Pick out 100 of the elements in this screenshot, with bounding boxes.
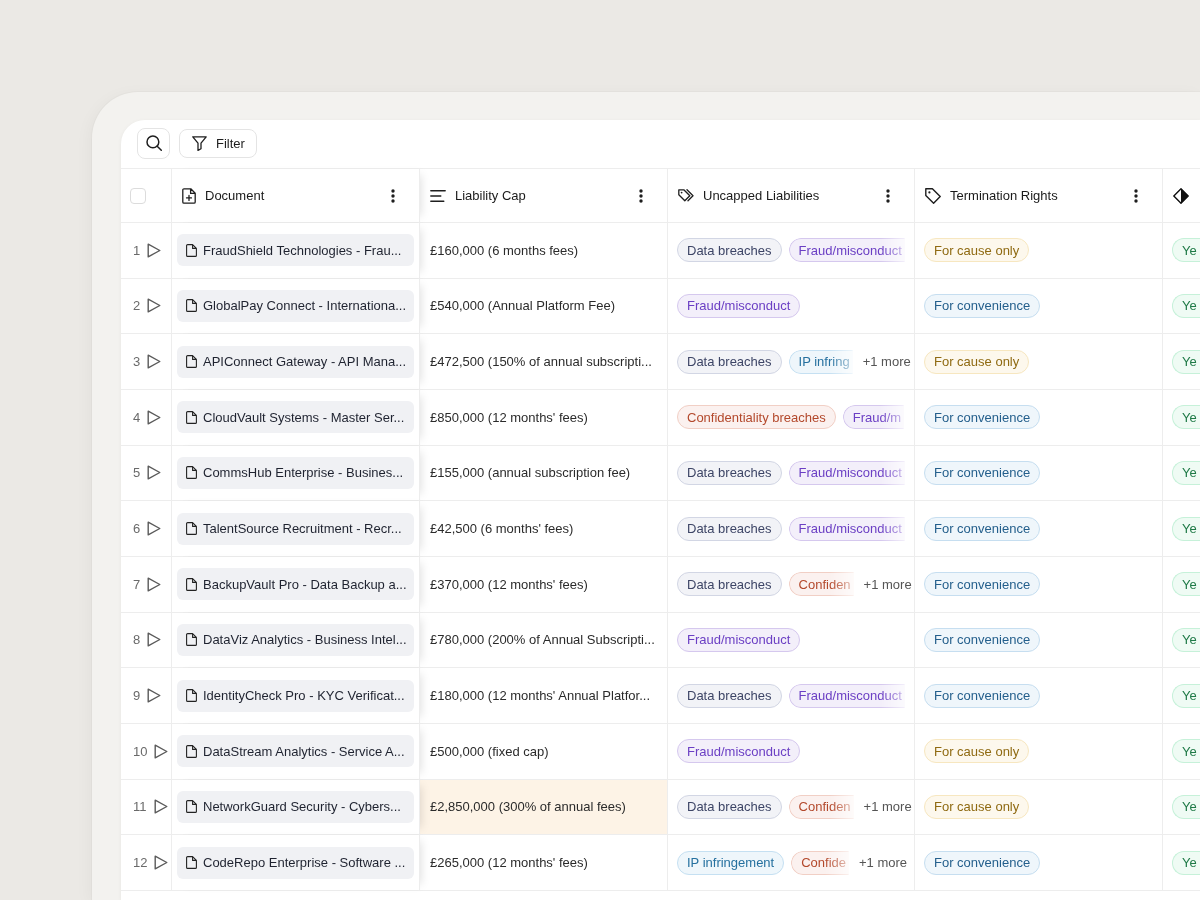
search-icon <box>145 135 162 151</box>
play-icon[interactable] <box>147 576 162 592</box>
play-icon[interactable] <box>154 743 169 759</box>
lines-icon <box>430 189 446 202</box>
more-count[interactable]: +1 more <box>862 354 911 370</box>
document-chip[interactable]: APIConnect Gateway - API Mana... <box>177 345 414 378</box>
value-tag: Ye <box>1172 349 1200 374</box>
document-chip[interactable]: BackupVault Pro - Data Backup a... <box>177 568 414 601</box>
play-icon[interactable] <box>147 465 162 481</box>
filter-icon <box>192 135 207 151</box>
half-diamond-icon <box>1173 187 1189 204</box>
value-tag: Ye <box>1172 294 1200 318</box>
play-icon[interactable] <box>147 242 162 258</box>
row-number: 9 <box>133 688 141 704</box>
liability-tag: Fraud/m <box>842 405 905 430</box>
tags-icon <box>678 188 694 203</box>
document-chip[interactable]: CommsHub Enterprise - Busines... <box>177 456 414 489</box>
row-number: 8 <box>133 632 141 648</box>
row-number: 3 <box>133 354 141 370</box>
filter-button[interactable]: Filter <box>179 128 257 158</box>
liability-tag: Confiden <box>788 794 854 819</box>
more-icon[interactable] <box>639 188 643 203</box>
liability-cap-cell: £2,850,000 (300% of annual fees) <box>420 779 668 835</box>
document-chip[interactable]: DataStream Analytics - Service A... <box>177 735 414 768</box>
file-icon <box>186 800 197 814</box>
liability-tag: IP infring <box>788 349 853 374</box>
row-number: 4 <box>133 409 141 425</box>
termination-tag: For cause only <box>924 349 1030 374</box>
liability-tag: Data breaches <box>677 238 782 263</box>
play-icon[interactable] <box>147 521 162 537</box>
liability-tag: Data breaches <box>677 460 782 485</box>
column-title: Uncapped Liabilities <box>703 188 821 203</box>
row-number: 2 <box>133 298 141 314</box>
more-count[interactable]: +1 more <box>863 576 912 592</box>
file-icon <box>186 633 197 647</box>
liability-tag: Fraud/misconduct <box>788 683 905 708</box>
more-icon[interactable] <box>886 188 890 203</box>
more-count[interactable]: +1 more <box>859 855 908 871</box>
value-tag: Ye <box>1172 850 1200 875</box>
play-icon[interactable] <box>153 799 168 815</box>
search-button[interactable] <box>137 127 170 159</box>
termination-tag: For convenience <box>924 850 1041 875</box>
row-number: 6 <box>133 521 141 537</box>
play-icon[interactable] <box>147 298 162 314</box>
liability-tag: Confide <box>791 850 849 875</box>
termination-tag: For cause only <box>924 794 1030 819</box>
termination-tag: For convenience <box>924 460 1041 485</box>
liability-tag: Fraud/misconduct <box>677 627 801 652</box>
document-chip[interactable]: NetworkGuard Security - Cybers... <box>177 790 414 823</box>
file-icon <box>186 355 197 369</box>
termination-tag: For cause only <box>924 739 1030 764</box>
value-tag: Ye <box>1172 516 1200 541</box>
file-icon <box>186 410 197 424</box>
row-number: 11 <box>133 799 147 815</box>
termination-tag: For convenience <box>924 405 1041 430</box>
select-all-checkbox[interactable] <box>130 187 146 204</box>
document-chip[interactable]: CloudVault Systems - Master Ser... <box>177 401 414 434</box>
play-icon[interactable] <box>147 632 162 648</box>
column-title: Document <box>205 188 266 203</box>
termination-tag: For convenience <box>924 627 1041 652</box>
document-chip[interactable]: TalentSource Recruitment - Recr... <box>177 512 414 545</box>
value-tag: Ye <box>1172 627 1200 652</box>
play-icon[interactable] <box>147 409 162 425</box>
document-chip[interactable]: FraudShield Technologies - Frau... <box>177 234 414 267</box>
value-tag: Ye <box>1172 460 1200 485</box>
tag-icon <box>925 187 941 204</box>
value-tag: Ye <box>1172 683 1200 708</box>
file-icon <box>186 299 197 313</box>
value-tag: Ye <box>1172 739 1200 764</box>
file-icon <box>186 466 197 480</box>
termination-tag: For convenience <box>924 516 1041 541</box>
row-number: 12 <box>133 855 148 871</box>
row-number: 7 <box>133 576 141 592</box>
more-count[interactable]: +1 more <box>863 799 912 815</box>
document-chip[interactable]: CodeRepo Enterprise - Software ... <box>177 846 414 879</box>
file-icon <box>186 689 197 703</box>
file-plus-icon <box>182 187 196 204</box>
value-tag: Ye <box>1172 572 1200 597</box>
document-chip[interactable]: GlobalPay Connect - Internationa... <box>177 290 414 322</box>
more-icon[interactable] <box>391 188 395 203</box>
play-icon[interactable] <box>147 354 162 370</box>
liability-tag: Data breaches <box>677 349 782 374</box>
document-chip[interactable]: DataViz Analytics - Business Intel... <box>177 623 414 656</box>
column-title: Termination Rights <box>950 188 1059 203</box>
play-icon[interactable] <box>147 688 162 704</box>
liability-tag: Fraud/misconduct <box>788 516 905 541</box>
file-icon <box>186 744 197 758</box>
play-icon[interactable] <box>154 855 169 871</box>
liability-tag: Confiden <box>788 572 854 597</box>
liability-tag: Fraud/misconduct <box>788 460 905 485</box>
termination-tag: For convenience <box>924 572 1041 597</box>
column-title: Liability Cap <box>455 188 527 203</box>
more-icon[interactable] <box>1134 188 1138 203</box>
liability-tag: Fraud/misconduct <box>677 739 801 764</box>
liability-tag: Data breaches <box>677 572 782 597</box>
document-chip[interactable]: IdentityCheck Pro - KYC Verificat... <box>177 679 414 712</box>
value-tag: Ye <box>1172 238 1200 263</box>
file-icon <box>186 577 197 591</box>
termination-tag: For cause only <box>924 238 1030 263</box>
liability-tag: Data breaches <box>677 516 782 541</box>
